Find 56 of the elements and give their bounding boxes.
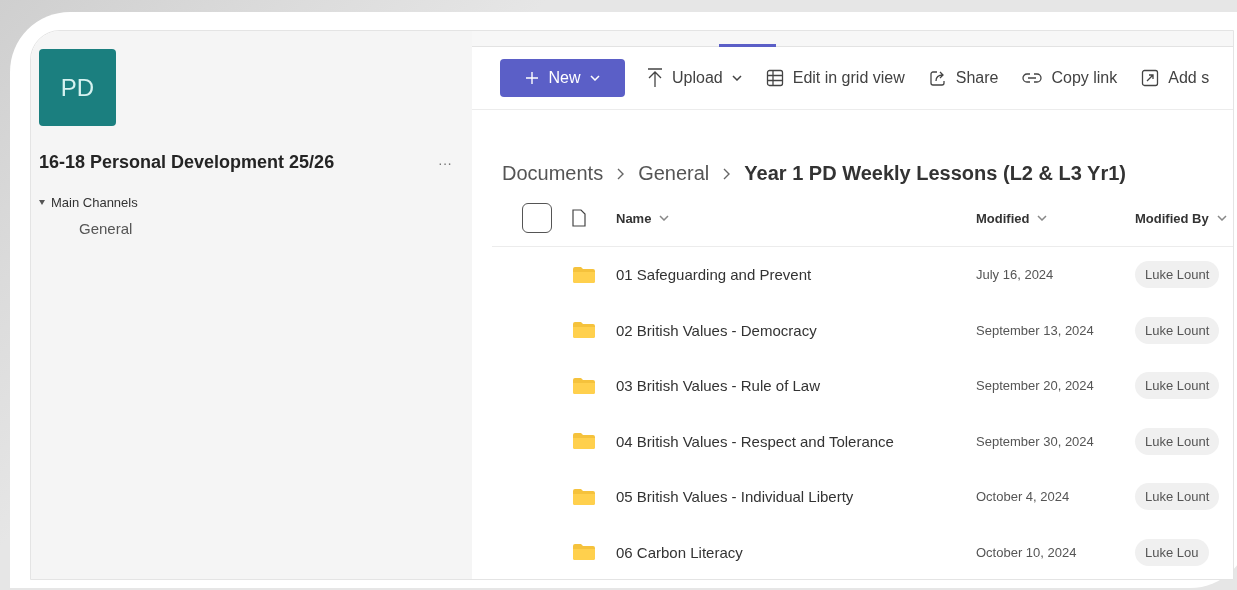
copy-link-button[interactable]: Copy link [1010,59,1130,97]
folder-icon [573,433,595,450]
column-header[interactable]: Name [616,210,652,226]
share-icon [928,69,947,87]
modified-date: October 10, 2024 [976,544,1078,560]
edit-grid-view-button[interactable]: Edit in grid view [753,59,917,97]
folder-icon [573,488,595,505]
folder-icon [573,377,595,394]
breadcrumb-item[interactable]: Documents [502,162,604,185]
new-button[interactable]: New [500,59,625,97]
person-chip[interactable]: Luke Lount [1135,316,1220,344]
folder-name[interactable]: 04 British Values - Respect and Tolerance [616,432,976,450]
person-chip[interactable]: Luke Lount [1135,261,1220,289]
select-all-checkbox[interactable] [522,203,552,233]
chevron-right-icon [723,167,731,180]
more-options-button[interactable]: ··· [438,154,452,171]
shortcut-icon [1141,69,1160,87]
share-button[interactable]: Share [916,59,1011,97]
folder-icon [573,266,595,283]
upload-button[interactable]: Upload [635,59,754,97]
person-chip[interactable]: Luke Lou [1135,538,1209,566]
column-header[interactable]: Modified [976,210,1030,226]
caret-icon [1216,215,1227,221]
person-chip[interactable]: Luke Lount [1135,372,1220,400]
breadcrumb-item[interactable]: General [638,162,710,185]
add-shortcut-button[interactable]: Add s [1129,59,1222,97]
folder-icon [573,544,595,561]
modified-date: September 30, 2024 [976,433,1095,449]
column-header[interactable]: Modified By [1135,210,1209,226]
modified-date: September 20, 2024 [976,378,1095,394]
team-avatar: PD [39,49,116,126]
modified-date: October 4, 2024 [976,489,1071,505]
caret-icon [1037,215,1048,221]
person-chip[interactable]: Luke Lount [1135,483,1220,511]
folder-icon [573,322,595,339]
folder-name[interactable]: 03 British Values - Rule of Law [616,377,976,395]
person-chip[interactable]: Luke Lount [1135,427,1220,455]
grid-icon [765,69,784,87]
upload-icon [647,68,663,88]
plus-icon [525,71,540,85]
breadcrumb-item[interactable]: Year 1 PD Weekly Lessons (L2 & L3 Yr1) [744,162,1126,185]
modified-date: July 16, 2024 [976,267,1055,283]
folder-name[interactable]: 01 Safeguarding and Prevent [616,266,976,284]
expand-triangle-icon[interactable] [39,200,45,205]
file-icon [572,209,586,227]
channel-group-label[interactable]: Main Channels [51,195,138,210]
folder-name[interactable]: 02 British Values - Democracy [616,321,976,339]
team-name: 16-18 Personal Development 25/26 [39,152,335,173]
link-icon [1022,72,1043,84]
modified-date: September 13, 2024 [976,322,1095,338]
channel-item[interactable]: General [79,220,464,237]
folder-name[interactable]: 05 British Values - Individual Liberty [616,488,976,506]
caret-icon [659,215,670,221]
tab-indicator [719,44,776,47]
chevron-right-icon [617,167,625,180]
folder-name[interactable]: 06 Carbon Literacy [616,543,976,561]
